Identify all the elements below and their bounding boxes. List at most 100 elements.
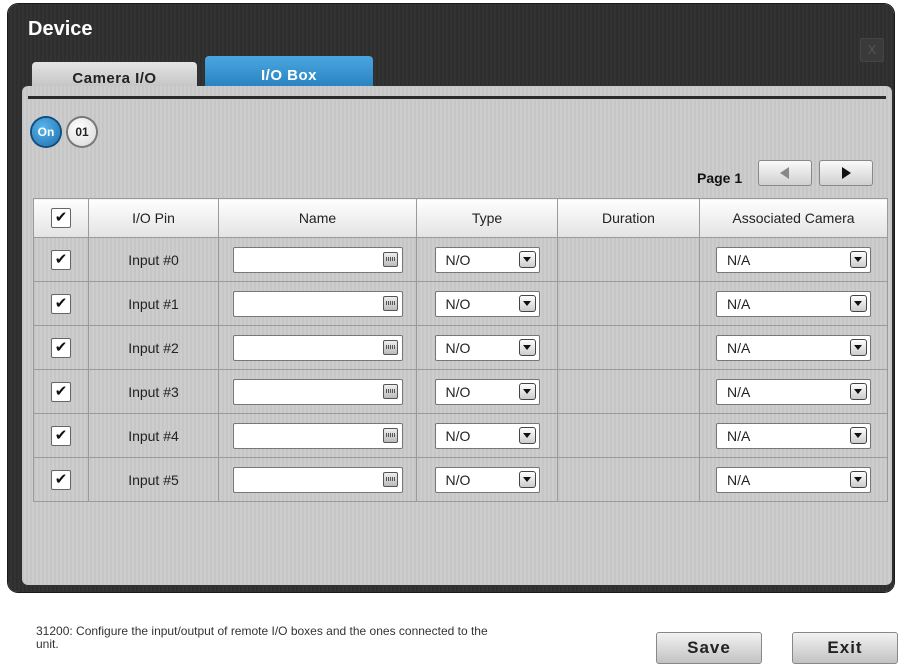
name-cell (218, 237, 417, 282)
close-button[interactable]: X (860, 38, 884, 62)
type-select[interactable]: N/O (434, 422, 540, 449)
keyboard-icon[interactable] (382, 383, 398, 399)
name-input[interactable] (232, 422, 403, 449)
chevron-down-icon[interactable] (850, 426, 867, 444)
next-page-button[interactable] (819, 160, 873, 186)
type-select[interactable]: N/O (434, 466, 540, 493)
row-check-cell: ✔ (33, 237, 89, 282)
type-value: N/O (445, 251, 471, 268)
row-check-cell: ✔ (33, 281, 89, 326)
chevron-down-icon[interactable] (850, 338, 867, 356)
type-select[interactable]: N/O (434, 334, 540, 361)
type-cell: N/O (416, 237, 558, 282)
type-select[interactable]: N/O (434, 246, 540, 273)
associated-camera-select[interactable]: N/A (716, 334, 871, 361)
unit-01-button[interactable]: 01 (68, 118, 96, 146)
associated-camera-select[interactable]: N/A (716, 378, 871, 405)
chevron-down-icon[interactable] (518, 382, 536, 400)
camera-cell: N/A (699, 237, 888, 282)
name-cell (218, 369, 417, 414)
status-message: 31200: Configure the input/output of rem… (36, 624, 488, 651)
chevron-down-icon[interactable] (850, 382, 867, 400)
associated-camera-select[interactable]: N/A (716, 246, 871, 273)
camera-cell: N/A (699, 325, 888, 370)
chevron-down-icon[interactable] (518, 426, 536, 444)
type-value: N/O (445, 427, 471, 444)
header-associated-camera: Associated Camera (699, 198, 888, 238)
row-checkbox[interactable]: ✔ (51, 469, 71, 490)
chevron-down-icon[interactable] (850, 250, 867, 268)
camera-value: N/A (727, 471, 751, 488)
type-cell: N/O (416, 369, 558, 414)
chevron-down-icon[interactable] (850, 294, 867, 312)
page-indicator: Page 1 (697, 170, 743, 186)
name-input[interactable] (232, 246, 403, 273)
on-toggle-button[interactable]: On (32, 118, 60, 146)
table-row: ✔ Input #4 N/O N/A (33, 413, 888, 458)
type-value: N/O (445, 471, 471, 488)
chevron-down-icon[interactable] (518, 250, 536, 268)
chevron-down-icon[interactable] (850, 470, 867, 488)
io-pin-table: ✔ I/O Pin Name Type Duration Associated … (33, 198, 888, 502)
table-header-row: ✔ I/O Pin Name Type Duration Associated … (33, 198, 888, 238)
duration-cell (557, 457, 700, 502)
type-value: N/O (445, 339, 471, 356)
arrow-left-icon (780, 167, 789, 179)
chevron-down-icon[interactable] (518, 470, 536, 488)
camera-cell: N/A (699, 369, 888, 414)
row-checkbox[interactable]: ✔ (51, 249, 71, 270)
chevron-down-icon[interactable] (518, 338, 536, 356)
dialog-title: Device (28, 18, 93, 40)
keyboard-icon[interactable] (382, 427, 398, 443)
name-input[interactable] (232, 334, 403, 361)
type-select[interactable]: N/O (434, 290, 540, 317)
type-cell: N/O (416, 281, 558, 326)
exit-button[interactable]: Exit (792, 632, 898, 664)
duration-cell (557, 413, 700, 458)
type-value: N/O (445, 295, 471, 312)
save-button[interactable]: Save (656, 632, 762, 664)
duration-cell (557, 281, 700, 326)
associated-camera-select[interactable]: N/A (716, 422, 871, 449)
keyboard-icon[interactable] (382, 339, 398, 355)
keyboard-icon[interactable] (382, 471, 398, 487)
previous-page-button[interactable] (758, 160, 812, 186)
camera-cell: N/A (699, 281, 888, 326)
name-cell (218, 325, 417, 370)
duration-cell (557, 325, 700, 370)
type-select[interactable]: N/O (434, 378, 540, 405)
camera-value: N/A (727, 383, 751, 400)
keyboard-icon[interactable] (382, 251, 398, 267)
table-row: ✔ Input #0 N/O N/A (33, 237, 888, 282)
header-type: Type (416, 198, 558, 238)
associated-camera-select[interactable]: N/A (716, 290, 871, 317)
associated-camera-select[interactable]: N/A (716, 466, 871, 493)
chevron-down-icon[interactable] (518, 294, 536, 312)
row-checkbox[interactable]: ✔ (51, 293, 71, 314)
row-checkbox[interactable]: ✔ (51, 381, 71, 402)
type-cell: N/O (416, 457, 558, 502)
io-pin-cell: Input #3 (88, 369, 219, 414)
row-checkbox[interactable]: ✔ (51, 337, 71, 358)
camera-cell: N/A (699, 413, 888, 458)
type-cell: N/O (416, 325, 558, 370)
name-input[interactable] (232, 466, 403, 493)
camera-value: N/A (727, 251, 751, 268)
select-all-checkbox[interactable]: ✔ (51, 208, 71, 228)
row-checkbox[interactable]: ✔ (51, 425, 71, 446)
camera-value: N/A (727, 427, 751, 444)
keyboard-icon[interactable] (382, 295, 398, 311)
header-duration: Duration (557, 198, 700, 238)
camera-value: N/A (727, 295, 751, 312)
camera-value: N/A (727, 339, 751, 356)
io-pin-cell: Input #1 (88, 281, 219, 326)
tab-io-box-label: I/O Box (260, 67, 317, 84)
name-input[interactable] (232, 290, 403, 317)
table-row: ✔ Input #1 N/O N/A (33, 281, 888, 326)
camera-cell: N/A (699, 457, 888, 502)
io-pin-cell: Input #5 (88, 457, 219, 502)
arrow-right-icon (842, 167, 851, 179)
name-cell (218, 413, 417, 458)
io-pin-cell: Input #4 (88, 413, 219, 458)
name-input[interactable] (232, 378, 403, 405)
